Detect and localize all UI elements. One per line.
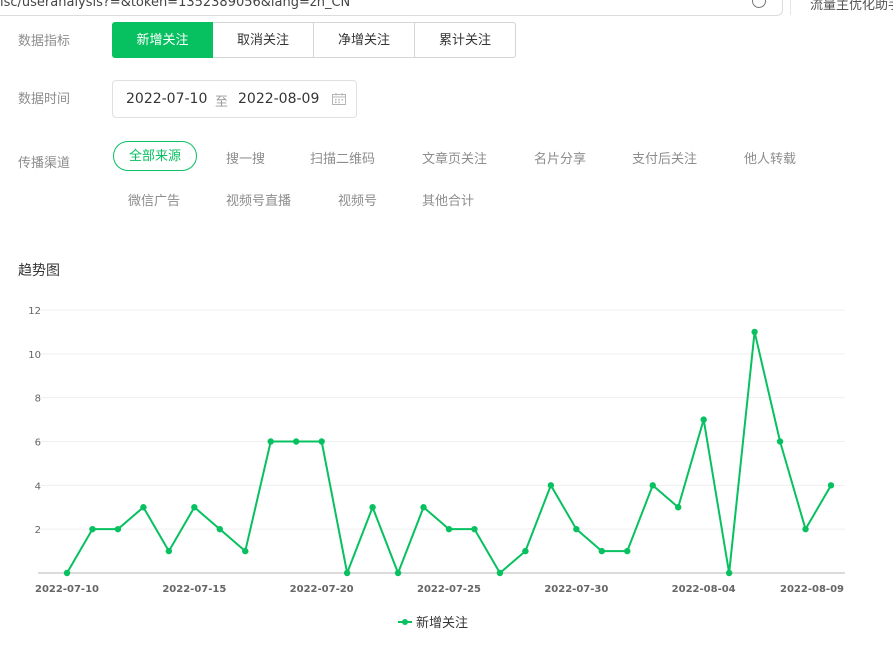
data-point[interactable] (725, 569, 733, 577)
metric-button-unfollow[interactable]: 取消关注 (212, 22, 314, 58)
metric-button-total-follow[interactable]: 累计关注 (414, 22, 516, 58)
metric-label: 数据指标 (18, 34, 71, 49)
metric-button-net-follow[interactable]: 净增关注 (313, 22, 415, 58)
data-point[interactable] (598, 547, 605, 555)
data-point[interactable] (573, 525, 580, 533)
x-tick-label: 2022-07-15 (162, 584, 226, 595)
legend-series-name: 新增关注 (416, 616, 469, 631)
data-point[interactable] (649, 482, 656, 489)
chart-legend[interactable]: 新增关注 (398, 612, 468, 631)
x-tick-label: 2022-07-30 (544, 584, 608, 595)
data-point[interactable] (802, 525, 809, 533)
address-bar[interactable]: isc/useranalysis?=&token=1352389056&lang… (0, 0, 783, 16)
y-tick-label: 4 (35, 481, 41, 492)
data-point[interactable] (343, 569, 351, 577)
date-start[interactable]: 2022-07-10 (126, 91, 207, 107)
channel-channels-live[interactable]: 视频号直播 (226, 190, 291, 209)
data-point[interactable] (165, 547, 173, 555)
calendar-icon[interactable] (332, 93, 346, 105)
channel-label: 传播渠道 (18, 156, 71, 171)
channel-wechat-ads[interactable]: 微信广告 (128, 190, 180, 209)
channel-all-sources[interactable]: 全部来源 (113, 141, 198, 171)
data-point[interactable] (547, 482, 555, 489)
data-point[interactable] (369, 504, 376, 511)
time-label: 数据时间 (18, 92, 71, 107)
channel-card-share[interactable]: 名片分享 (534, 148, 586, 167)
data-point[interactable] (394, 569, 402, 577)
metric-button-group: 新增关注 取消关注 净增关注 累计关注 (112, 22, 516, 58)
data-point[interactable] (420, 504, 427, 511)
reload-icon[interactable] (752, 0, 766, 8)
x-tick-label: 2022-07-25 (417, 584, 481, 595)
series-line (66, 330, 832, 574)
y-tick-label: 8 (35, 394, 41, 405)
data-point[interactable] (216, 525, 223, 533)
data-point[interactable] (776, 438, 784, 445)
browser-tab-title[interactable]: 流量主优化助手 (810, 0, 893, 13)
data-point[interactable] (624, 547, 631, 555)
x-tick-label: 2022-08-04 (672, 584, 736, 595)
data-point[interactable] (471, 525, 478, 533)
toolbar-divider (790, 0, 791, 15)
trend-title: 趋势图 (18, 263, 60, 279)
y-tick-label: 12 (28, 306, 41, 317)
channel-other-total[interactable]: 其他合计 (422, 190, 474, 209)
data-point[interactable] (191, 504, 198, 511)
data-point[interactable] (700, 416, 707, 423)
channel-channels[interactable]: 视频号 (338, 190, 377, 209)
channel-article-page[interactable]: 文章页关注 (422, 148, 487, 167)
data-point[interactable] (114, 525, 122, 533)
data-point[interactable] (140, 504, 147, 511)
channel-after-payment[interactable]: 支付后关注 (632, 148, 697, 167)
data-point[interactable] (496, 569, 504, 577)
x-tick-label: 2022-08-09 (780, 584, 844, 595)
data-point[interactable] (675, 504, 682, 511)
y-tick-label: 6 (35, 438, 41, 449)
data-point[interactable] (63, 569, 71, 577)
x-tick-label: 2022-07-10 (35, 584, 99, 595)
legend-line-marker (398, 617, 412, 627)
data-point[interactable] (522, 547, 529, 555)
trend-line-chart: 2 4 6 8 10 12 2022-07-10 2022-07-15 2022-07-20 20… (28, 306, 845, 595)
y-tick-label: 10 (28, 350, 41, 361)
data-point[interactable] (445, 525, 453, 533)
y-tick-label: 2 (35, 525, 41, 536)
data-point[interactable] (89, 525, 96, 533)
url-text: isc/useranalysis?=&token=1352389056&lang… (0, 0, 351, 10)
channel-search[interactable]: 搜一搜 (226, 148, 265, 167)
data-point[interactable] (827, 482, 835, 489)
date-separator: 至 (215, 95, 229, 110)
data-point[interactable] (751, 328, 758, 336)
data-point[interactable] (318, 438, 325, 445)
data-point[interactable] (242, 547, 249, 555)
date-end[interactable]: 2022-08-09 (238, 91, 319, 107)
channel-qr-scan[interactable]: 扫描二维码 (310, 148, 375, 167)
metric-button-new-follow[interactable]: 新增关注 (112, 22, 213, 58)
date-range-picker[interactable]: 2022-07-10 至 2022-08-09 (112, 80, 357, 118)
x-tick-label: 2022-07-20 (290, 584, 354, 595)
channel-repost[interactable]: 他人转载 (744, 148, 796, 167)
data-point[interactable] (293, 438, 300, 445)
data-point[interactable] (267, 438, 274, 445)
